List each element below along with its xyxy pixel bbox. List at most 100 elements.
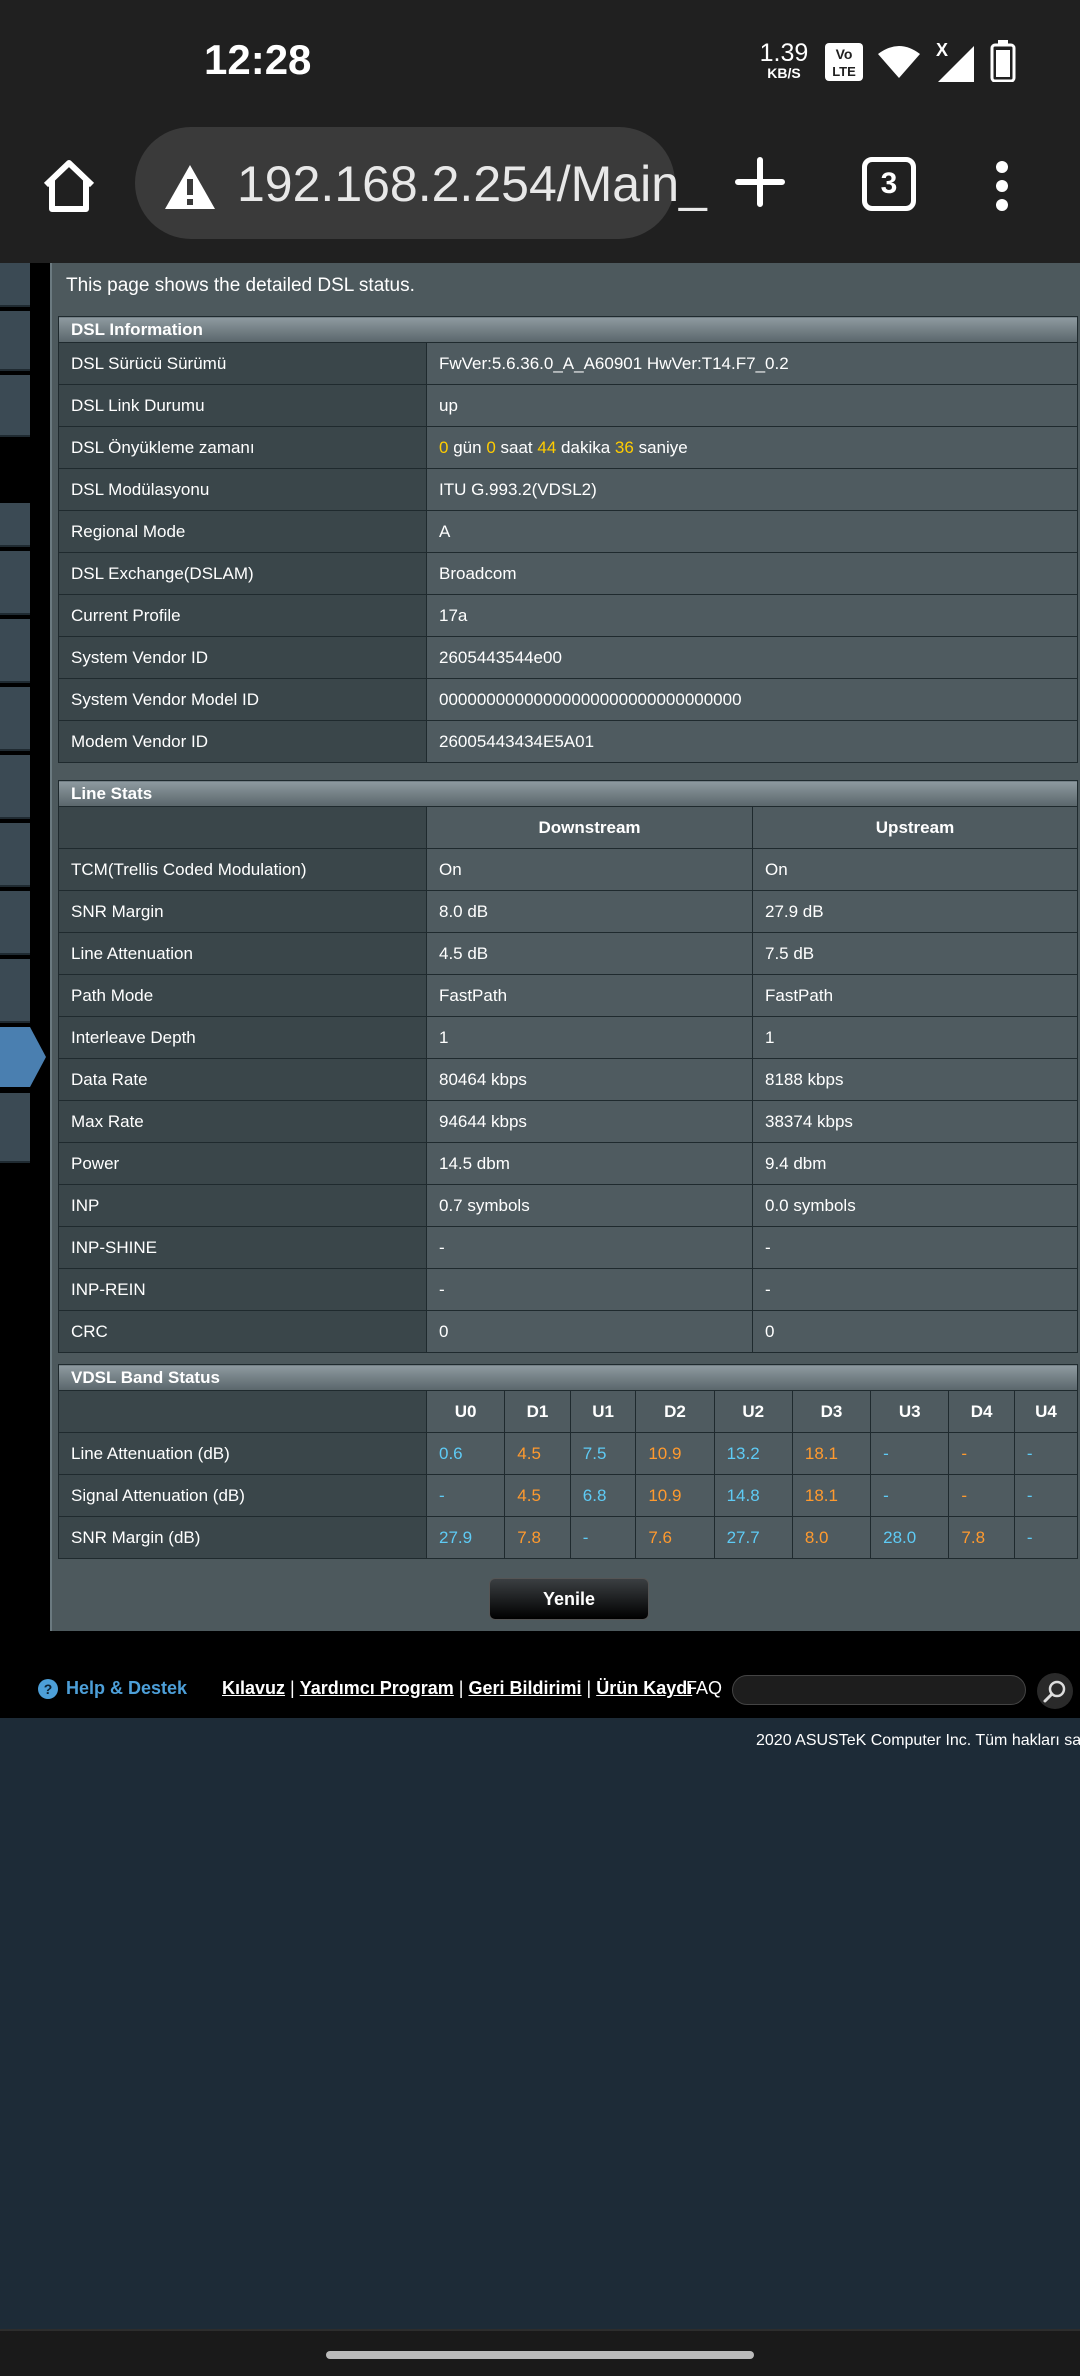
search-icon[interactable] xyxy=(1037,1673,1073,1709)
band-value: 27.7 xyxy=(713,1516,793,1559)
no-data-mark: X xyxy=(936,40,948,60)
side-menu-item[interactable] xyxy=(0,1093,30,1163)
band-value: - xyxy=(1013,1516,1079,1559)
upstream-value: - xyxy=(752,1268,1078,1311)
link-utility[interactable]: Yardımcı Program xyxy=(300,1678,454,1698)
faq-search-input[interactable] xyxy=(732,1675,1026,1705)
side-menu-item[interactable] xyxy=(0,311,30,371)
uptime-days: 0 xyxy=(439,437,449,457)
band-value: 6.8 xyxy=(569,1474,637,1517)
band-header: U1 xyxy=(569,1390,637,1433)
row-label: Line Attenuation (dB) xyxy=(58,1432,427,1475)
row-label: Max Rate xyxy=(58,1100,427,1143)
upstream-value: - xyxy=(752,1226,1078,1269)
band-value: 7.5 xyxy=(569,1432,637,1475)
line-stats-title: Line Stats xyxy=(58,780,1078,807)
row-value: 26005443434E5A01 xyxy=(426,720,1078,763)
url-text[interactable]: 192.168.2.254/Main_ xyxy=(237,155,707,213)
side-menu-item[interactable] xyxy=(0,263,30,307)
row-value: Broadcom xyxy=(426,552,1078,595)
row-value: FwVer:5.6.36.0_A_A60901 HwVer:T14.F7_0.2 xyxy=(426,342,1078,385)
page-intro: This page shows the detailed DSL status. xyxy=(66,275,415,296)
table-row: INP 0.7 symbols 0.0 symbols xyxy=(58,1184,1078,1227)
band-value: 28.0 xyxy=(870,1516,950,1559)
row-label: Path Mode xyxy=(58,974,427,1017)
side-menu-item[interactable] xyxy=(0,755,30,819)
side-menu-item-active[interactable] xyxy=(0,1027,46,1087)
uptime-seconds-unit: saniye xyxy=(638,437,688,457)
help-icon: ? xyxy=(38,1679,58,1699)
band-value: 10.9 xyxy=(635,1474,715,1517)
footer: ? Help & Destek Kılavuz | Yardımcı Progr… xyxy=(0,1663,1080,1718)
row-label: Signal Attenuation (dB) xyxy=(58,1474,427,1517)
new-tab-icon[interactable] xyxy=(734,156,786,208)
table-row: Line Attenuation (dB) 0.6 4.5 7.5 10.9 13.2 18… xyxy=(58,1432,1079,1475)
side-menu-item[interactable] xyxy=(0,687,30,751)
row-label: DSL Link Durumu xyxy=(58,384,427,427)
row-label: SNR Margin xyxy=(58,890,427,933)
row-label: Power xyxy=(58,1142,427,1185)
side-menu-item[interactable] xyxy=(0,959,30,1023)
browser-toolbar: 192.168.2.254/Main_ 3 xyxy=(0,125,1080,263)
upstream-value: FastPath xyxy=(752,974,1078,1017)
row-value: 2605443544e00 xyxy=(426,636,1078,679)
table-row: INP-REIN - - xyxy=(58,1268,1078,1311)
warning-icon[interactable] xyxy=(163,163,217,211)
row-label: SNR Margin (dB) xyxy=(58,1516,427,1559)
link-manual[interactable]: Kılavuz xyxy=(222,1678,285,1698)
upstream-value: 9.4 dbm xyxy=(752,1142,1078,1185)
downstream-value: 4.5 dB xyxy=(426,932,753,975)
side-menu-item[interactable] xyxy=(0,503,30,547)
band-value: 7.6 xyxy=(635,1516,715,1559)
volte-label-top: Vo xyxy=(836,46,853,62)
home-icon[interactable] xyxy=(38,155,100,217)
band-value: 27.9 xyxy=(425,1516,506,1559)
vdsl-band-rows: Line Attenuation (dB) 0.6 4.5 7.5 10.9 13.2 18… xyxy=(58,1432,1079,1559)
table-row: Modem Vendor ID 26005443434E5A01 xyxy=(58,720,1078,763)
tab-switcher-button[interactable]: 3 xyxy=(862,157,916,211)
link-feedback[interactable]: Geri Bildirimi xyxy=(468,1678,581,1698)
band-value: 8.0 xyxy=(791,1516,872,1559)
side-menu-item[interactable] xyxy=(0,551,30,615)
dsl-info-table: DSL Information DSL Sürücü Sürümü FwVer:… xyxy=(58,316,1078,763)
band-header: D4 xyxy=(948,1390,1015,1433)
uptime-seconds: 36 xyxy=(614,437,634,457)
link-registration[interactable]: Ürün Kaydı xyxy=(596,1678,692,1698)
band-value: 0.6 xyxy=(425,1432,506,1475)
row-label: CRC xyxy=(58,1310,427,1353)
row-value: 00000000000000000000000000000000 xyxy=(426,678,1078,721)
table-row: DSL Link Durumu up xyxy=(58,384,1078,427)
band-value: - xyxy=(948,1432,1015,1475)
uptime-minutes-unit: dakika xyxy=(561,437,611,457)
band-header: U2 xyxy=(713,1390,793,1433)
uptime-minutes: 44 xyxy=(537,437,557,457)
downstream-value: FastPath xyxy=(426,974,753,1017)
downstream-value: On xyxy=(426,848,753,891)
gesture-handle[interactable] xyxy=(326,2351,754,2359)
overflow-menu-icon[interactable] xyxy=(992,161,1012,211)
table-row: DSL Sürücü Sürümü FwVer:5.6.36.0_A_A6090… xyxy=(58,342,1078,385)
side-menu-item[interactable] xyxy=(0,375,30,437)
band-header: D3 xyxy=(791,1390,872,1433)
footer-links: Kılavuz | Yardımcı Program | Geri Bildir… xyxy=(222,1678,693,1698)
refresh-button[interactable]: Yenile xyxy=(489,1578,649,1620)
side-menu-item[interactable] xyxy=(0,891,30,955)
row-label: Data Rate xyxy=(58,1058,427,1101)
row-label: DSL Exchange(DSLAM) xyxy=(58,552,427,595)
row-value: A xyxy=(426,510,1078,553)
table-row: System Vendor ID 2605443544e00 xyxy=(58,636,1078,679)
row-label: DSL Önyükleme zamanı xyxy=(58,426,427,469)
network-speed: 1.39 KB/S xyxy=(758,40,810,80)
side-menu-item[interactable] xyxy=(0,619,30,683)
upstream-value: 8188 kbps xyxy=(752,1058,1078,1101)
upstream-value: 27.9 dB xyxy=(752,890,1078,933)
url-bar[interactable]: 192.168.2.254/Main_ xyxy=(135,127,707,239)
wifi-icon xyxy=(878,46,920,78)
table-header-row: U0 D1 U1 D2 U2 D3 U3 D4 U4 xyxy=(58,1390,1079,1433)
band-header: D1 xyxy=(504,1390,571,1433)
table-row: DSL Önyükleme zamanı 0 gün 0 saat 44 dak… xyxy=(58,426,1078,469)
side-menu-item[interactable] xyxy=(0,823,30,887)
upstream-value: 1 xyxy=(752,1016,1078,1059)
band-value: - xyxy=(425,1474,506,1517)
row-label: INP-REIN xyxy=(58,1268,427,1311)
